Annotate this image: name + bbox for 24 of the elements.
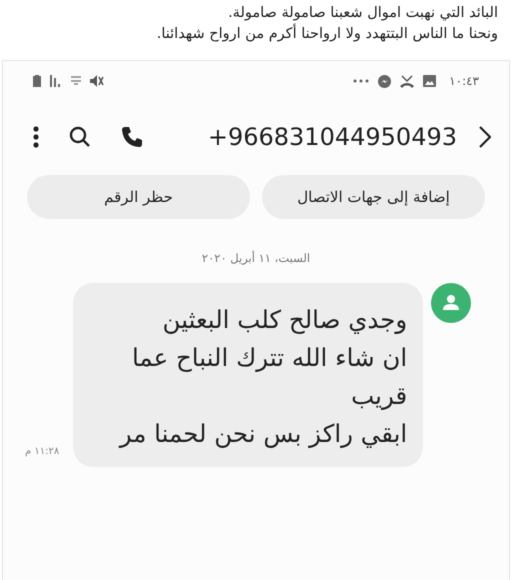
message-text: ان شاء الله تترك النباح عما: [130, 342, 408, 374]
date-separator: السبت، ١١ أبريل ٢٠٢٠: [200, 251, 312, 265]
more-icon: [353, 79, 370, 83]
message-text: ابقي راكز بس نحن لحمنا مر: [118, 418, 408, 450]
action-button[interactable]: إضافة إلى جهات الاتصال: [262, 175, 485, 219]
messenger-icon: [378, 74, 392, 88]
avatar-icon: [431, 283, 472, 323]
phone-number: +966831044950493: [208, 123, 457, 151]
message-text: وجدي صالح كلب البعثين: [162, 304, 408, 336]
image-icon: [423, 75, 436, 87]
message-text: قريب: [350, 380, 408, 412]
chevron-right-icon[interactable]: [479, 126, 491, 148]
message-time: ١١:٢٨ م: [25, 446, 60, 457]
phone-icon[interactable]: [121, 126, 143, 148]
signal-icon: [50, 75, 62, 87]
mute-icon: [90, 75, 104, 87]
missed-call-icon: [400, 74, 414, 88]
post-text: البائد التي نهبت اموال شعبنا صامولة صامولة.: [227, 4, 498, 23]
status-time: ١٠:٤٣: [449, 74, 479, 88]
post-text: ونحنا ما الناس البتتهدد ولا ارواحنا أكرم من ارواح شهدائنا.: [10, 24, 498, 45]
action-button[interactable]: حظر الرقم: [27, 175, 250, 219]
battery-icon: [33, 75, 41, 87]
menu-icon[interactable]: [33, 126, 39, 148]
search-icon[interactable]: [69, 126, 91, 148]
